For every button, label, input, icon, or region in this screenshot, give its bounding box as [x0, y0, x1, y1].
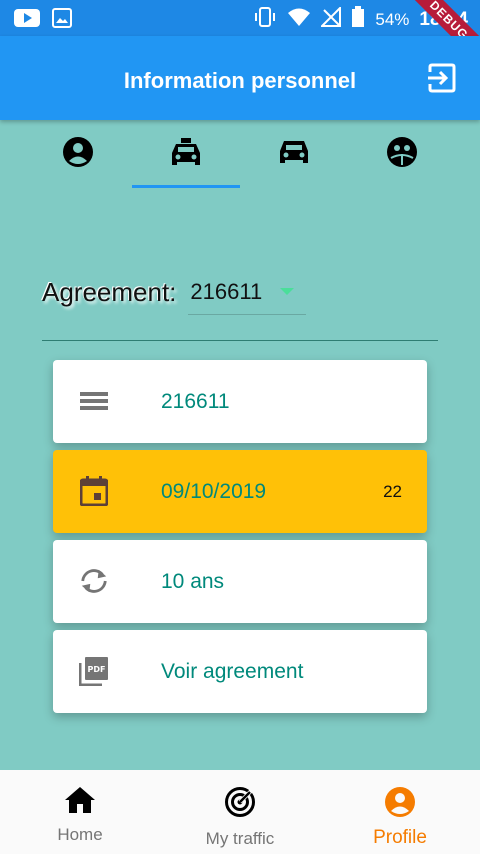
calendar-icon: [79, 476, 109, 506]
wifi-icon: [287, 7, 311, 32]
status-bar: 54% 18:04 DEBUG: [0, 0, 480, 74]
agreement-label: Agreement:: [42, 276, 177, 307]
car-icon: [278, 139, 310, 170]
tab-car[interactable]: [240, 120, 348, 188]
nav-profile[interactable]: Profile: [320, 770, 480, 854]
tab-account[interactable]: [24, 120, 132, 188]
duration-card: 10 ans: [53, 540, 427, 623]
view-agreement-link[interactable]: Voir agreement: [161, 660, 303, 684]
divider: [42, 340, 438, 341]
list-icon: [79, 386, 109, 416]
nav-home-label: Home: [57, 825, 103, 844]
tab-taxi[interactable]: [132, 120, 240, 188]
youtube-icon: [14, 9, 40, 32]
battery-icon: [351, 6, 365, 33]
nav-profile-label: Profile: [373, 827, 427, 848]
account-circle-icon: [384, 786, 416, 823]
radar-icon: [224, 786, 256, 823]
agreement-date: 09/10/2019: [161, 479, 267, 503]
logout-button[interactable]: [424, 62, 460, 98]
view-agreement-card[interactable]: PDF Voir agreement: [53, 630, 427, 713]
status-left: [14, 8, 72, 33]
no-signal-icon: [319, 5, 342, 32]
sync-icon: [79, 566, 109, 596]
home-icon: [64, 786, 96, 819]
nav-home[interactable]: Home: [0, 770, 160, 854]
battery-percent: 54%: [375, 9, 410, 29]
pdf-icon: PDF: [79, 656, 109, 686]
agreement-row: Agreement: 216611: [42, 268, 307, 316]
face-icon: [386, 136, 418, 173]
tab-bar: [24, 120, 456, 188]
nav-my-traffic[interactable]: My traffic: [160, 770, 320, 854]
page-title: Information personnel: [123, 68, 357, 93]
app-bar: Information personnel: [0, 36, 480, 120]
account-circle-icon: [62, 136, 94, 173]
bottom-navigation: Home My traffic Profile: [0, 770, 480, 854]
agreement-dropdown[interactable]: 216611: [188, 269, 307, 315]
logout-icon: [427, 63, 457, 98]
date-count: 22: [383, 481, 402, 501]
tab-face[interactable]: [348, 120, 456, 188]
agreement-number: 216611: [161, 389, 230, 413]
nav-my-traffic-label: My traffic: [205, 829, 275, 848]
taxi-icon: [170, 137, 202, 172]
agreement-duration: 10 ans: [161, 569, 225, 593]
date-card: 09/10/2019 22: [53, 450, 427, 533]
vibrate-icon: [253, 7, 277, 32]
agreement-number-card: 216611: [53, 360, 427, 443]
dropdown-arrow-icon: [280, 288, 295, 295]
agreement-selected-value: 216611: [190, 278, 263, 304]
gallery-icon: [52, 8, 72, 33]
svg-text:PDF: PDF: [88, 665, 106, 674]
